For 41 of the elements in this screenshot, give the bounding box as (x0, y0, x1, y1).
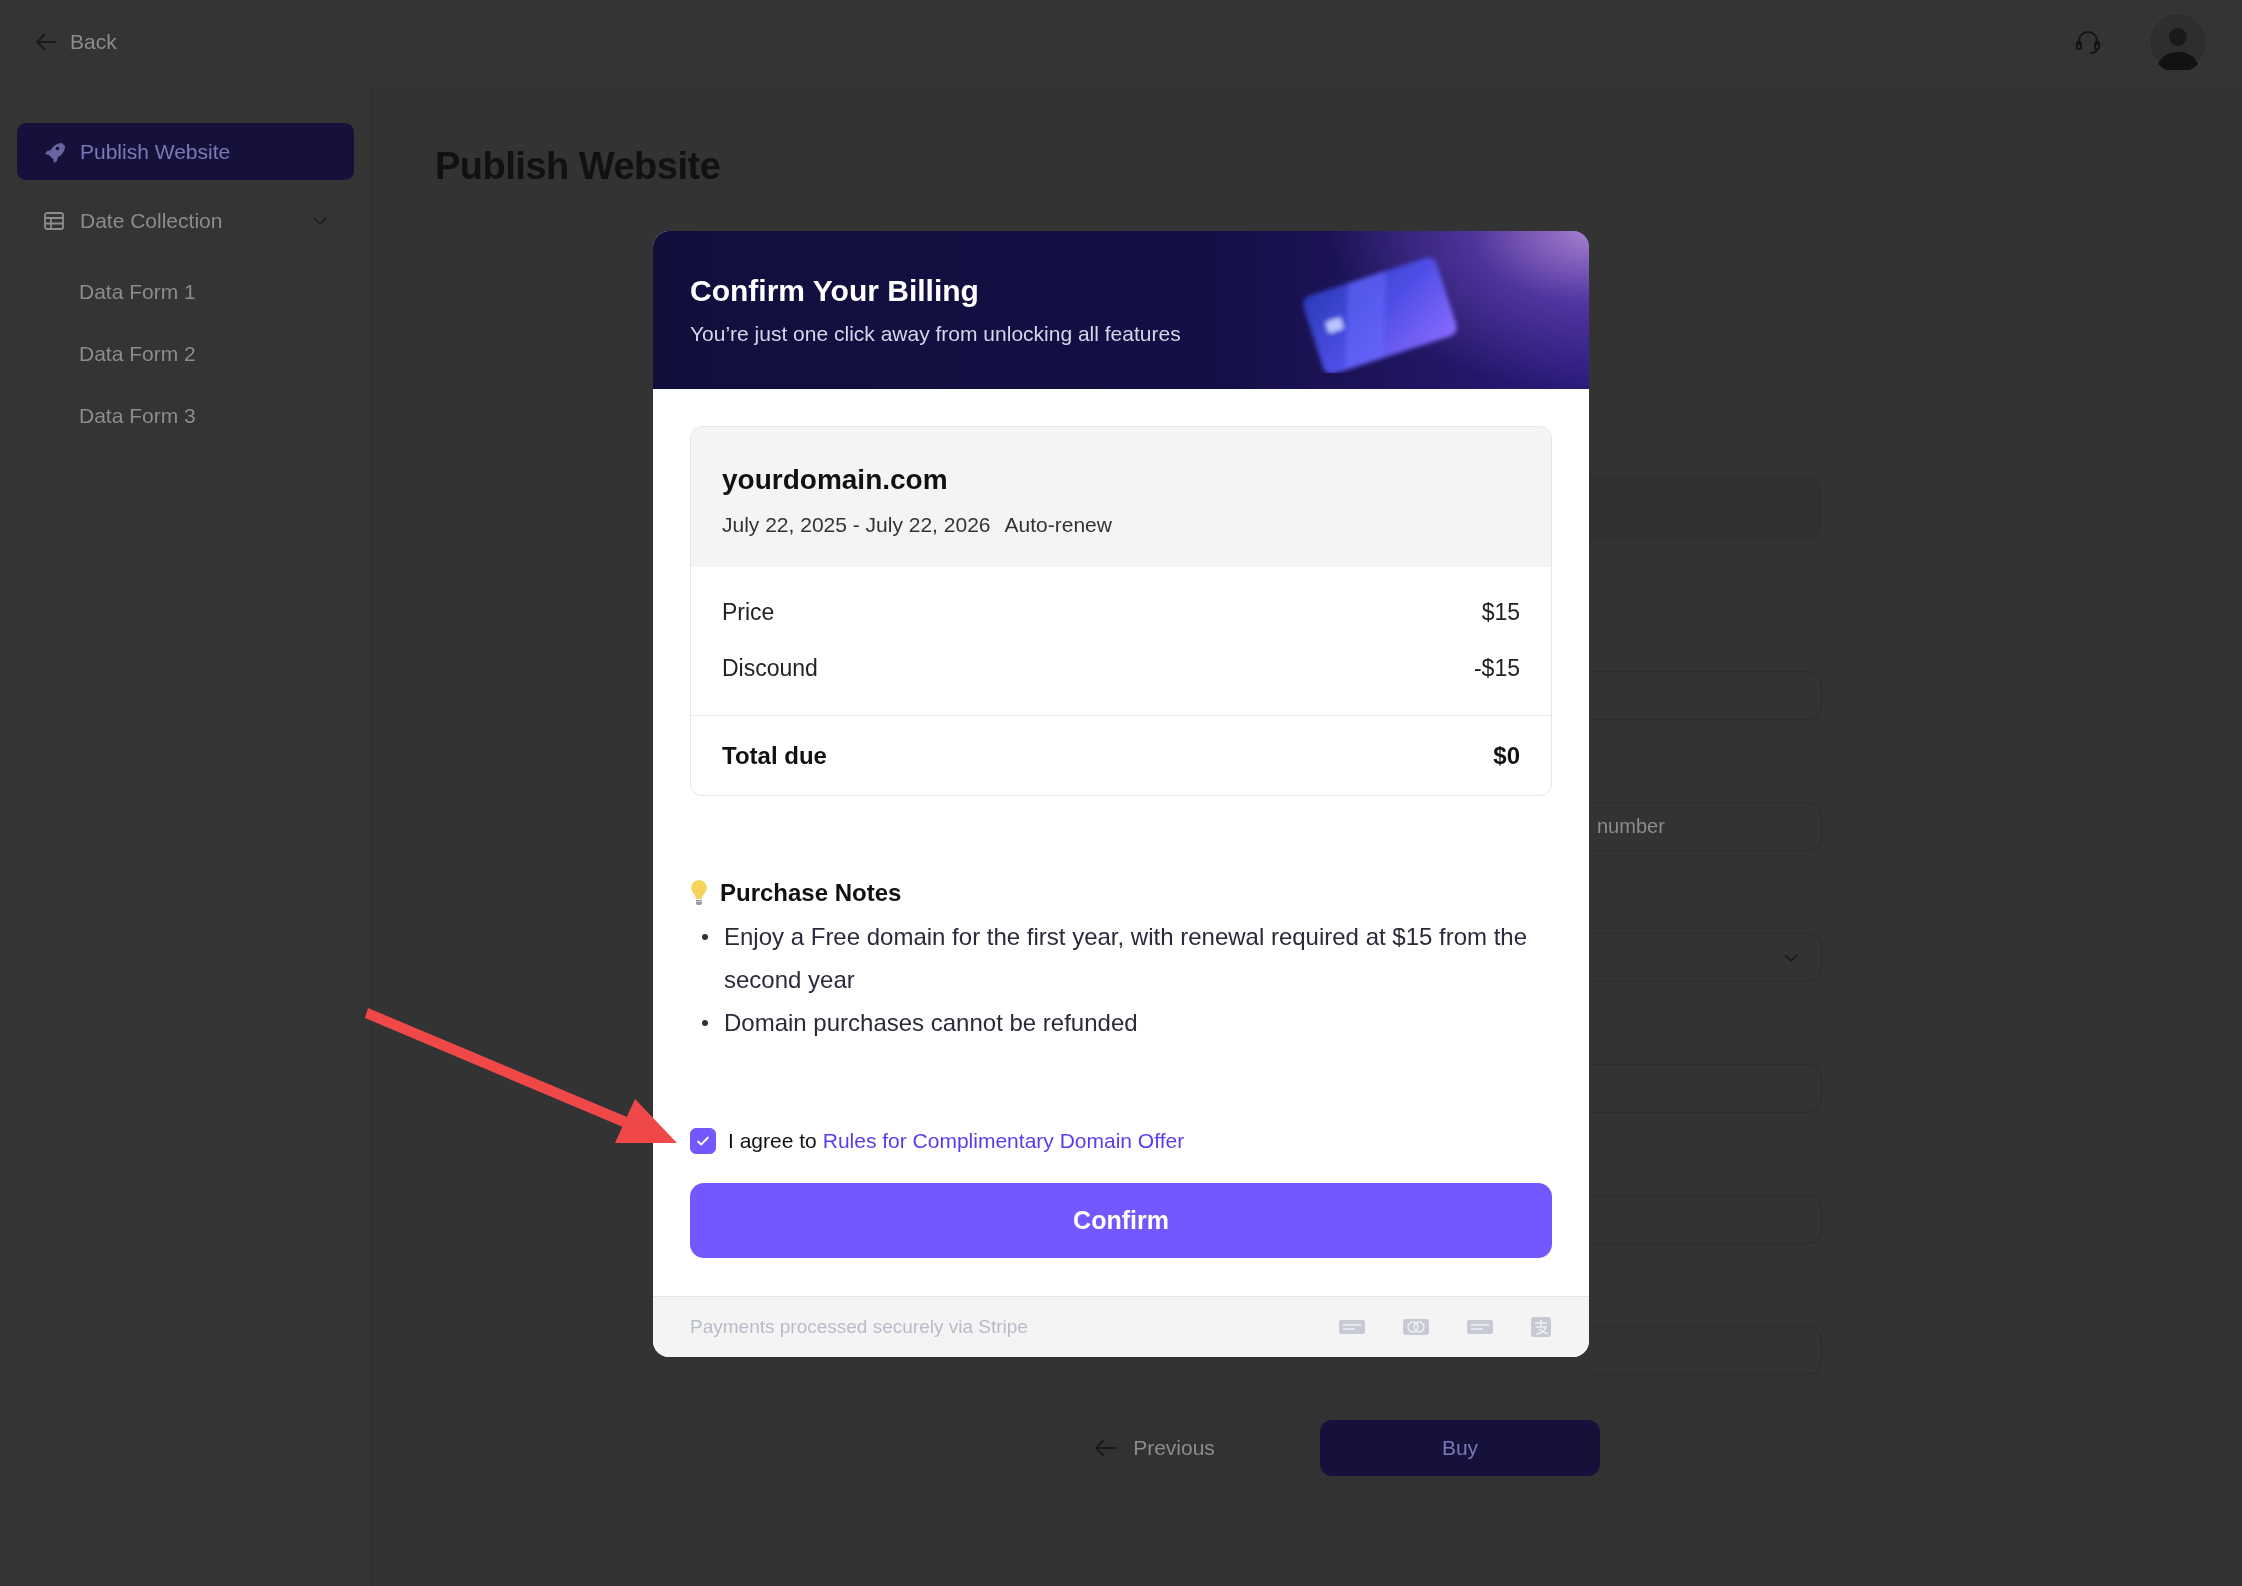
headset-icon[interactable] (2074, 28, 2102, 56)
line-amount: $15 (1481, 598, 1520, 626)
terms-link[interactable]: Rules for Complimentary Domain Offer (822, 1129, 1185, 1153)
total-label: Total due (722, 741, 827, 770)
sidebar-item[interactable]: Data Form 3 (17, 385, 354, 447)
line-label: Discound (722, 654, 818, 682)
checkbox[interactable] (690, 1128, 716, 1154)
renewal-label: Auto-renew (1004, 513, 1112, 537)
date-range: July 22, 2025 - July 22, 2026 (722, 513, 991, 537)
note-text: Domain purchases cannot be refunded (724, 1008, 1138, 1038)
input-field[interactable] (1589, 671, 1822, 720)
lightbulb-icon (690, 879, 708, 907)
payment-card-icon (1466, 1317, 1494, 1337)
sidebar-item[interactable]: Date Collection (17, 192, 354, 249)
domain-name: yourdomain.com (722, 464, 949, 496)
sidebar-item[interactable]: Data Form 1 (17, 261, 354, 323)
line-amount: -$15 (1473, 654, 1520, 682)
payment-card-icon (1338, 1317, 1366, 1337)
bullet-icon (702, 1020, 708, 1026)
bullet-icon (702, 934, 708, 940)
note-text: Enjoy a Free domain for the first year, with renewal required at $15 from the second year (724, 922, 1529, 995)
agreement-text: I agree to (728, 1129, 817, 1153)
select-field[interactable] (1589, 933, 1822, 982)
confirm-button[interactable]: Confirm (690, 1183, 1552, 1258)
input-field[interactable] (1589, 1195, 1822, 1244)
payment-logo-icon (1530, 1316, 1552, 1338)
dialog-title: Confirm Your Billing (690, 274, 980, 308)
back-button[interactable]: Back (34, 30, 117, 54)
sidebar-item[interactable]: Publish Website (17, 123, 354, 180)
input-field[interactable] (1589, 1326, 1822, 1375)
input-field[interactable] (1589, 1064, 1822, 1113)
input-field[interactable]: number (1589, 802, 1822, 851)
sidebar-item[interactable]: Data Form 2 (17, 323, 354, 385)
dialog-subtitle: You’re just one click away from unlocking all features (690, 322, 1181, 346)
payment-card-icon (1402, 1317, 1430, 1337)
buy-button[interactable]: Buy (1320, 1420, 1600, 1476)
line-label: Price (722, 598, 775, 626)
avatar[interactable] (2150, 14, 2206, 70)
notes-title: Purchase Notes (720, 879, 902, 907)
total-amount: $0 (1493, 741, 1520, 770)
footer-text: Payments processed securely via Stripe (690, 1316, 1028, 1338)
